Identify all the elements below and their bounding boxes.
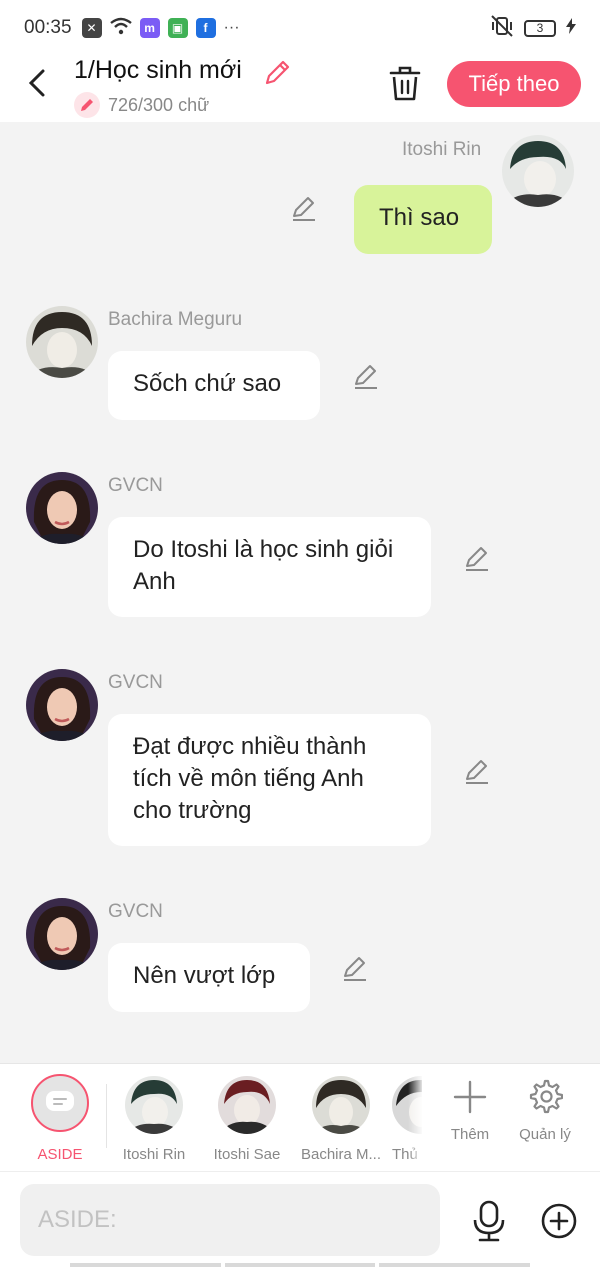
vibrate-off-icon	[490, 14, 514, 42]
avatar	[218, 1076, 276, 1134]
tab-aside[interactable]: ASIDE	[22, 1064, 98, 1172]
next-button[interactable]: Tiếp theo	[447, 61, 581, 107]
app-icon: ▣	[167, 18, 188, 38]
notification-icons: ✕ m ▣ f ···	[81, 17, 240, 40]
sender-name: Itoshi Rin	[402, 139, 482, 160]
aside-chat-icon	[31, 1074, 89, 1132]
add-label: Thêm	[450, 1126, 490, 1143]
word-count: 726/300 chữ	[108, 94, 210, 115]
avatar[interactable]	[26, 306, 98, 378]
tab-itoshi-rin[interactable]: Itoshi Rin	[116, 1064, 192, 1172]
pencil-icon	[466, 547, 488, 571]
avatar[interactable]	[26, 898, 98, 970]
avatar[interactable]	[26, 472, 98, 544]
charging-icon	[566, 17, 576, 39]
avatar	[125, 1076, 183, 1134]
delete-button[interactable]	[388, 64, 422, 102]
facebook-icon: f	[195, 18, 216, 38]
edit-message-button[interactable]	[463, 545, 491, 573]
gear-icon	[529, 1079, 563, 1114]
message-bubble[interactable]: Thì sao	[354, 185, 492, 254]
tab-label: Itoshi Sae	[213, 1146, 281, 1163]
sender-name: GVCN	[108, 901, 163, 922]
wifi-icon	[109, 17, 132, 40]
tab-label: Itoshi Rin	[122, 1146, 186, 1163]
page-title: 1/Học sinh mới	[74, 56, 242, 84]
edit-message-button[interactable]	[341, 955, 369, 983]
scroll-fade	[408, 1064, 424, 1172]
manage-button[interactable]: Quản lý	[512, 1064, 578, 1172]
edit-message-button[interactable]	[463, 758, 491, 786]
header: 1/Học sinh mới 726/300 chữ Tiếp theo	[0, 56, 600, 122]
edit-title-button[interactable]	[262, 58, 292, 93]
plus-circle-icon	[541, 1203, 577, 1239]
character-selector: ASIDE Itoshi Rin Itoshi Sae Bachira M...…	[0, 1063, 600, 1172]
chat-area[interactable]: Itoshi Rin Thì sao Bachira Meguru Sốch c…	[0, 122, 600, 1063]
manage-label: Quản lý	[519, 1126, 571, 1143]
status-bar: 00:35 ✕ m ▣ f ··· 3	[0, 0, 600, 56]
word-count-row: 726/300 chữ	[74, 92, 209, 118]
input-bar	[0, 1171, 600, 1267]
tab-label: Bachira M...	[300, 1146, 382, 1163]
message-bubble[interactable]: Nên vượt lớp	[108, 943, 310, 1012]
messenger-icon: m	[139, 18, 160, 38]
message-input[interactable]	[20, 1184, 440, 1256]
battery-icon: 3	[524, 19, 556, 37]
tab-bachira-meguru[interactable]: Bachira M...	[300, 1064, 382, 1172]
divider	[106, 1084, 107, 1148]
notification-close-icon: ✕	[81, 18, 102, 38]
voice-button[interactable]	[470, 1200, 508, 1242]
avatar[interactable]	[26, 669, 98, 741]
message-bubble[interactable]: Do Itoshi là học sinh giỏi Anh	[108, 517, 431, 617]
status-time: 00:35	[24, 17, 72, 38]
edit-message-button[interactable]	[290, 195, 318, 223]
pencil-icon	[466, 760, 488, 784]
add-attachment-button[interactable]	[540, 1202, 578, 1240]
avatar[interactable]	[502, 135, 574, 207]
sender-name: GVCN	[108, 672, 163, 693]
status-right: 3	[490, 14, 576, 42]
trash-icon	[389, 66, 421, 101]
back-button[interactable]	[22, 66, 52, 100]
tab-itoshi-sae[interactable]: Itoshi Sae	[209, 1064, 285, 1172]
keyboard-hint	[70, 1263, 531, 1267]
edit-message-button[interactable]	[352, 363, 380, 391]
message-bubble[interactable]: Sốch chứ sao	[108, 351, 320, 420]
pencil-icon	[293, 197, 315, 221]
tab-label: ASIDE	[37, 1146, 83, 1163]
pencil-icon	[355, 365, 377, 389]
more-icon: ···	[223, 19, 240, 36]
pen-badge-icon	[74, 92, 100, 118]
back-arrow-icon	[28, 69, 45, 97]
sender-name: GVCN	[108, 475, 163, 496]
message-bubble[interactable]: Đạt được nhiều thành tích về môn tiếng A…	[108, 714, 431, 846]
pencil-icon	[344, 957, 366, 981]
microphone-icon	[473, 1200, 505, 1242]
add-character-button[interactable]: Thêm	[436, 1064, 504, 1172]
pencil-icon	[265, 60, 290, 85]
avatar	[312, 1076, 370, 1134]
plus-icon	[453, 1080, 487, 1114]
sender-name: Bachira Meguru	[108, 309, 243, 330]
